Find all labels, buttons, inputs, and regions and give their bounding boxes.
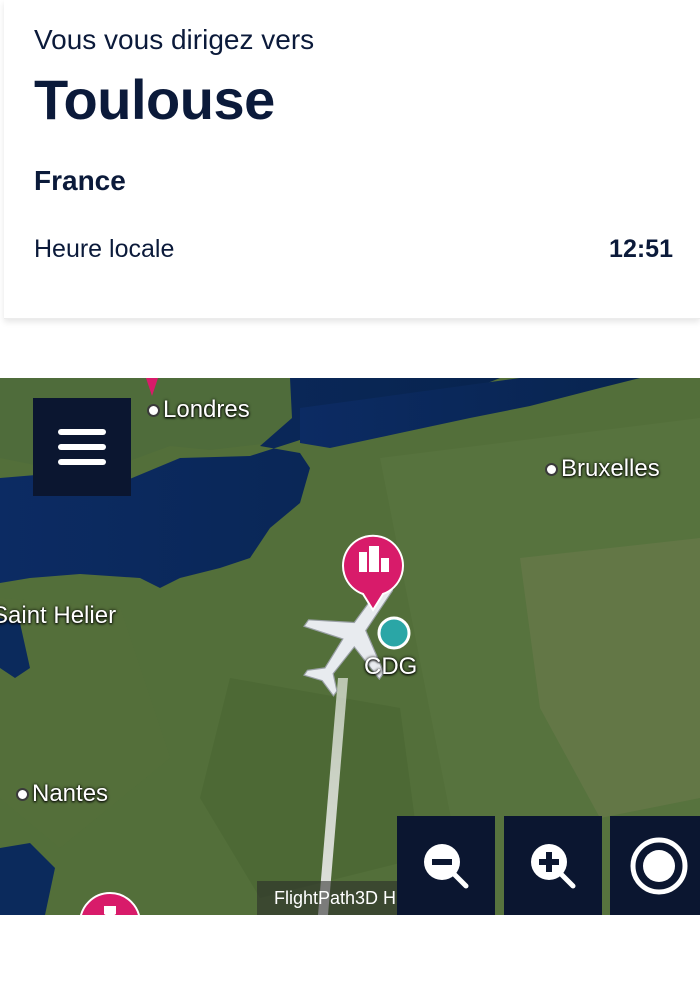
destination-country: France [34,165,126,196]
destination-city: Toulouse [34,68,275,131]
recenter-icon [630,837,688,894]
zoom-in-button[interactable] [504,816,602,915]
recenter-button[interactable] [610,816,700,915]
destination-card: Vous vous dirigez vers Toulouse France H… [4,0,700,319]
location-dot-icon [545,462,558,476]
map-attribution: FlightPath3D H [257,881,397,915]
local-time-value: 12:51 [609,235,673,263]
map-label-brussels[interactable]: Bruxelles [545,455,660,483]
map-label-airport-cdg[interactable]: CDG [364,653,417,681]
local-time-label: Heure locale [34,235,175,263]
menu-button[interactable] [33,398,131,496]
hamburger-menu-icon [58,429,106,435]
zoom-out-icon [424,843,469,888]
zoom-out-button[interactable] [397,816,495,915]
map-label-london[interactable]: Londres [147,396,250,424]
zoom-in-icon [531,843,576,888]
location-dot-icon [16,787,29,801]
map-label-saint-helier[interactable]: Saint Helier [0,602,116,630]
location-dot-icon [147,403,160,417]
destination-heading: Vous vous dirigez vers [34,24,315,55]
map-label-nantes[interactable]: Nantes [16,780,108,808]
flight-map[interactable]: Londres Bruxelles Saint Helier Nantes CD… [0,378,700,915]
